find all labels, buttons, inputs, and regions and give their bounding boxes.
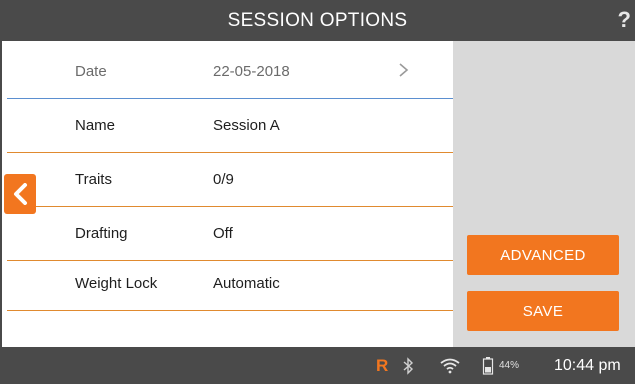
traits-value: 0/9 [213,171,234,188]
bluetooth-icon [402,347,414,384]
date-row[interactable]: Date 22-05-2018 [7,45,455,99]
battery-icon [482,347,494,384]
clock: 10:44 pm [554,356,621,374]
page-title: SESSION OPTIONS [227,9,408,31]
status-bar: R 44% 10:44 pm [0,347,635,384]
session-options-list: Date 22-05-2018 Name Session A Traits 0/… [0,41,455,347]
weight-lock-value: Automatic [213,275,280,292]
traits-row[interactable]: Traits 0/9 [7,153,455,207]
advanced-button[interactable]: ADVANCED [467,235,619,275]
wifi-icon [440,347,460,384]
drafting-label: Drafting [75,225,128,242]
name-label: Name [75,117,116,134]
weight-lock-row[interactable]: Weight Lock Automatic [7,257,455,311]
drafting-value: Off [213,225,233,242]
back-button[interactable] [4,174,36,214]
title-bar: SESSION OPTIONS ? [0,0,635,41]
battery-percent: 44% [499,360,520,371]
date-label: Date [75,63,107,80]
action-panel: ADVANCED SAVE [453,41,635,347]
name-value: Session A [213,117,280,134]
traits-label: Traits [75,171,112,188]
weight-lock-label: Weight Lock [75,275,158,292]
name-row[interactable]: Name Session A [7,99,455,153]
chevron-right-icon[interactable] [397,63,411,77]
chevron-left-icon [14,183,27,205]
drafting-row[interactable]: Drafting Off [7,207,455,261]
date-value: 22-05-2018 [213,63,290,80]
save-button[interactable]: SAVE [467,291,619,331]
r-indicator: R [376,355,389,375]
help-button[interactable]: ? [618,7,631,33]
